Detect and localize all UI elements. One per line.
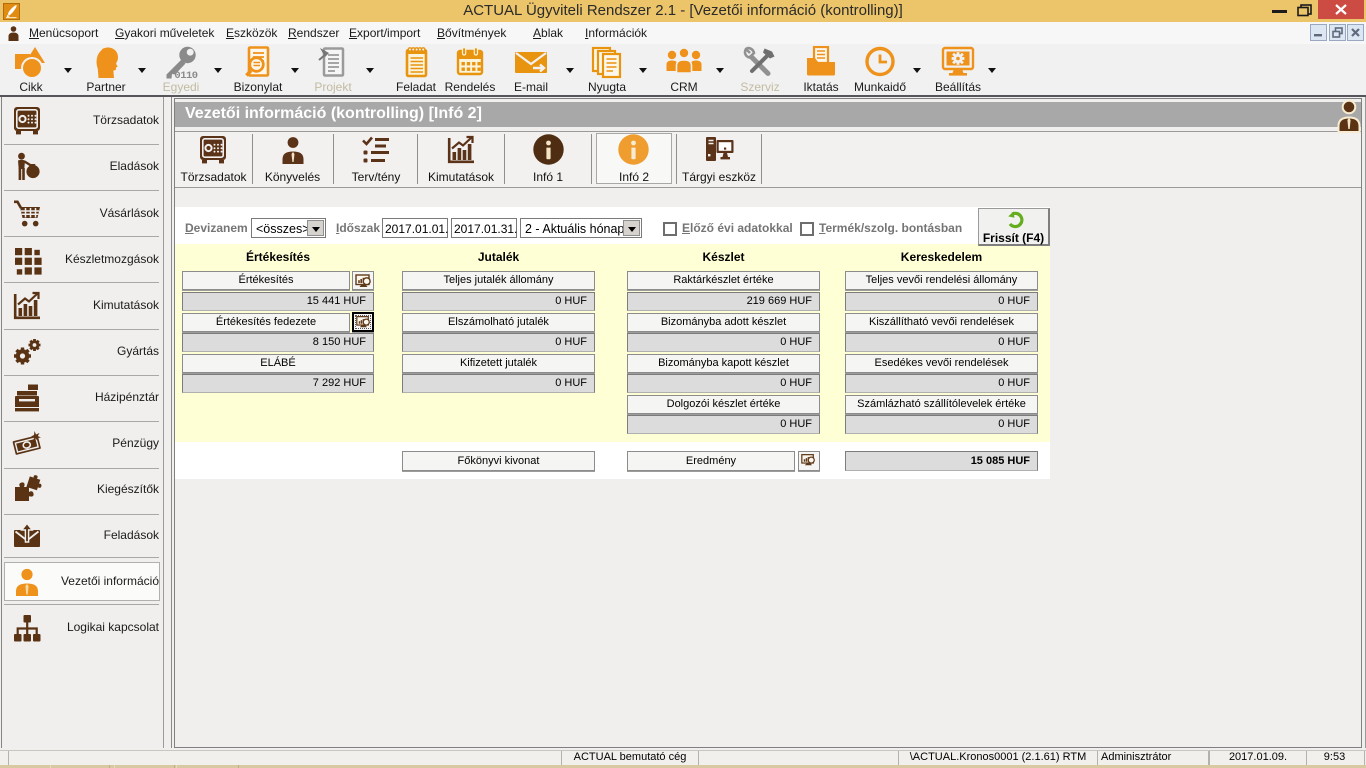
svg-text:0110: 0110 xyxy=(174,70,197,79)
